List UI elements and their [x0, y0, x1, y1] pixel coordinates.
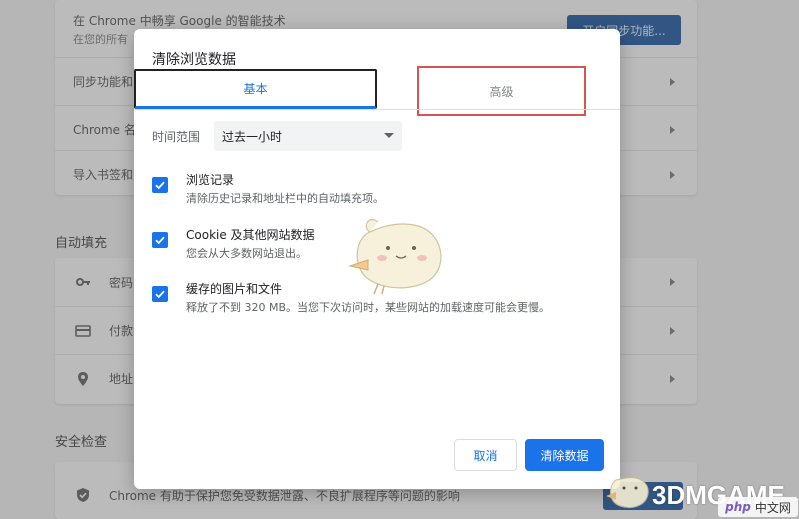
time-range-select[interactable]: 过去一小时 — [214, 121, 402, 151]
watermark-cn-text: 中文网 — [754, 500, 791, 515]
option-title: 浏览记录 — [186, 173, 235, 187]
option-description: 清除历史记录和地址栏中的自动填充项。 — [186, 192, 384, 205]
dropdown-caret-icon — [384, 133, 394, 138]
time-range-value: 过去一小时 — [222, 129, 283, 144]
option-title: 缓存的图片和文件 — [186, 282, 283, 296]
checkmark-icon — [155, 181, 165, 190]
watermark-bird-logo — [606, 477, 649, 508]
option-description: 释放了不到 320 MB。当您下次访问时，某些网站的加载速度可能会更慢。 — [186, 301, 551, 314]
tab-basic[interactable]: 基本 — [134, 69, 377, 109]
dialog-title: 清除浏览数据 — [152, 52, 236, 68]
option-title: Cookie 及其他网站数据 — [186, 228, 315, 242]
checkmark-icon — [155, 290, 165, 299]
mascot-bird-sticker — [348, 219, 442, 295]
time-range-label: 时间范围 — [152, 130, 201, 144]
tab-divider — [134, 109, 620, 110]
option-browsing-history: 浏览记录 清除历史记录和地址栏中的自动填充项。 — [152, 171, 602, 211]
cancel-button[interactable]: 取消 — [454, 439, 517, 471]
watermark-php-text: php — [725, 500, 751, 514]
cache-checkbox[interactable] — [152, 286, 168, 302]
cookies-checkbox[interactable] — [152, 232, 168, 248]
watermark-php-cn: php 中文网 — [718, 497, 798, 517]
clear-data-button[interactable]: 清除数据 — [525, 439, 604, 471]
checkmark-icon — [155, 236, 165, 245]
option-description: 您会从大多数网站退出。 — [186, 247, 307, 260]
browsing-history-checkbox[interactable] — [152, 177, 168, 193]
